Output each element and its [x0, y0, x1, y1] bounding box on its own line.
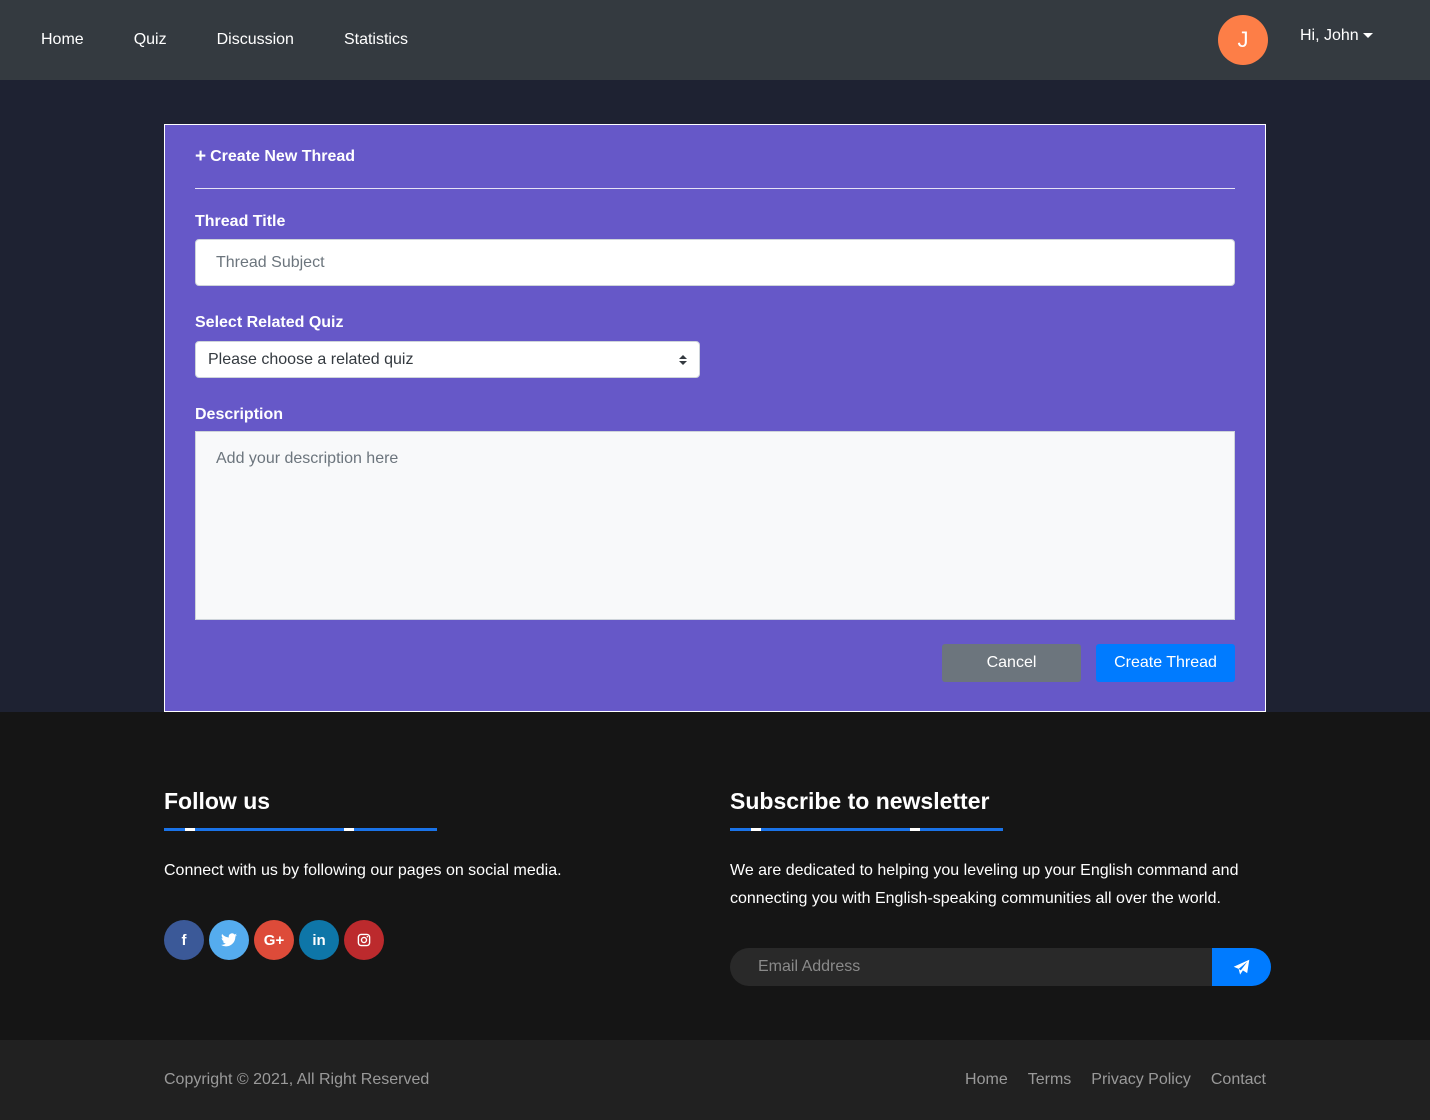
linkedin-icon[interactable]: in: [299, 920, 339, 960]
bottom-link-privacy[interactable]: Privacy Policy: [1091, 1071, 1191, 1089]
create-thread-button[interactable]: Create Thread: [1096, 644, 1235, 682]
bottom-links: Home Terms Privacy Policy Contact: [945, 1071, 1266, 1089]
send-button[interactable]: [1212, 948, 1271, 986]
user-greeting: Hi, John: [1300, 27, 1359, 44]
thread-title-input[interactable]: Thread Subject: [195, 239, 1235, 286]
google-plus-icon[interactable]: G+: [254, 920, 294, 960]
social-links: f G+ in: [164, 920, 389, 960]
newsletter-text: We are dedicated to helping you leveling…: [730, 862, 1239, 907]
thread-title-label: Thread Title: [195, 213, 286, 230]
top-navbar: Home Quiz Discussion Statistics J Hi, Jo…: [0, 0, 1430, 80]
bottom-link-home[interactable]: Home: [965, 1071, 1008, 1089]
bottom-bar: Copyright © 2021, All Right Reserved Hom…: [0, 1040, 1430, 1120]
facebook-icon[interactable]: f: [164, 920, 204, 960]
paper-plane-icon: [1233, 959, 1250, 975]
related-quiz-select[interactable]: Please choose a related quiz: [195, 341, 700, 378]
newsletter-title: Subscribe to newsletter: [730, 788, 990, 814]
twitter-icon[interactable]: [209, 920, 249, 960]
follow-us-title: Follow us: [164, 788, 271, 814]
follow-us-text: Connect with us by following our pages o…: [164, 862, 562, 879]
email-input[interactable]: Email Address: [730, 948, 1215, 986]
description-label: Description: [195, 406, 284, 423]
newsletter-form: Email Address: [730, 948, 1271, 986]
nav-link-statistics[interactable]: Statistics: [344, 31, 408, 49]
instagram-icon[interactable]: [344, 920, 384, 960]
nav-link-quiz[interactable]: Quiz: [134, 31, 167, 49]
cancel-button[interactable]: Cancel: [942, 644, 1081, 682]
bottom-link-contact[interactable]: Contact: [1211, 1071, 1266, 1089]
create-thread-card: + Create New Thread Thread Title Thread …: [164, 124, 1266, 712]
description-textarea[interactable]: Add your description here: [195, 431, 1235, 620]
related-quiz-selected: Please choose a related quiz: [208, 350, 414, 368]
related-quiz-label: Select Related Quiz: [195, 314, 344, 331]
nav-link-discussion[interactable]: Discussion: [217, 31, 294, 49]
nav-link-home[interactable]: Home: [41, 31, 84, 49]
user-menu-dropdown[interactable]: Hi, John: [1300, 27, 1373, 45]
select-updown-icon: [679, 354, 687, 365]
caret-down-icon: [1362, 32, 1373, 38]
copyright-text: Copyright © 2021, All Right Reserved: [164, 1071, 430, 1088]
newsletter-underline: [730, 828, 1003, 831]
follow-us-underline: [164, 828, 437, 831]
avatar[interactable]: J: [1218, 15, 1268, 65]
card-title: Create New Thread: [210, 147, 356, 165]
bottom-link-terms[interactable]: Terms: [1028, 1071, 1072, 1089]
nav-links: Home Quiz Discussion Statistics: [41, 0, 458, 80]
footer: Follow us Connect with us by following o…: [0, 712, 1430, 1040]
plus-icon: +: [195, 146, 207, 167]
header-divider: [195, 188, 1235, 189]
card-header: + Create New Thread: [195, 147, 355, 166]
